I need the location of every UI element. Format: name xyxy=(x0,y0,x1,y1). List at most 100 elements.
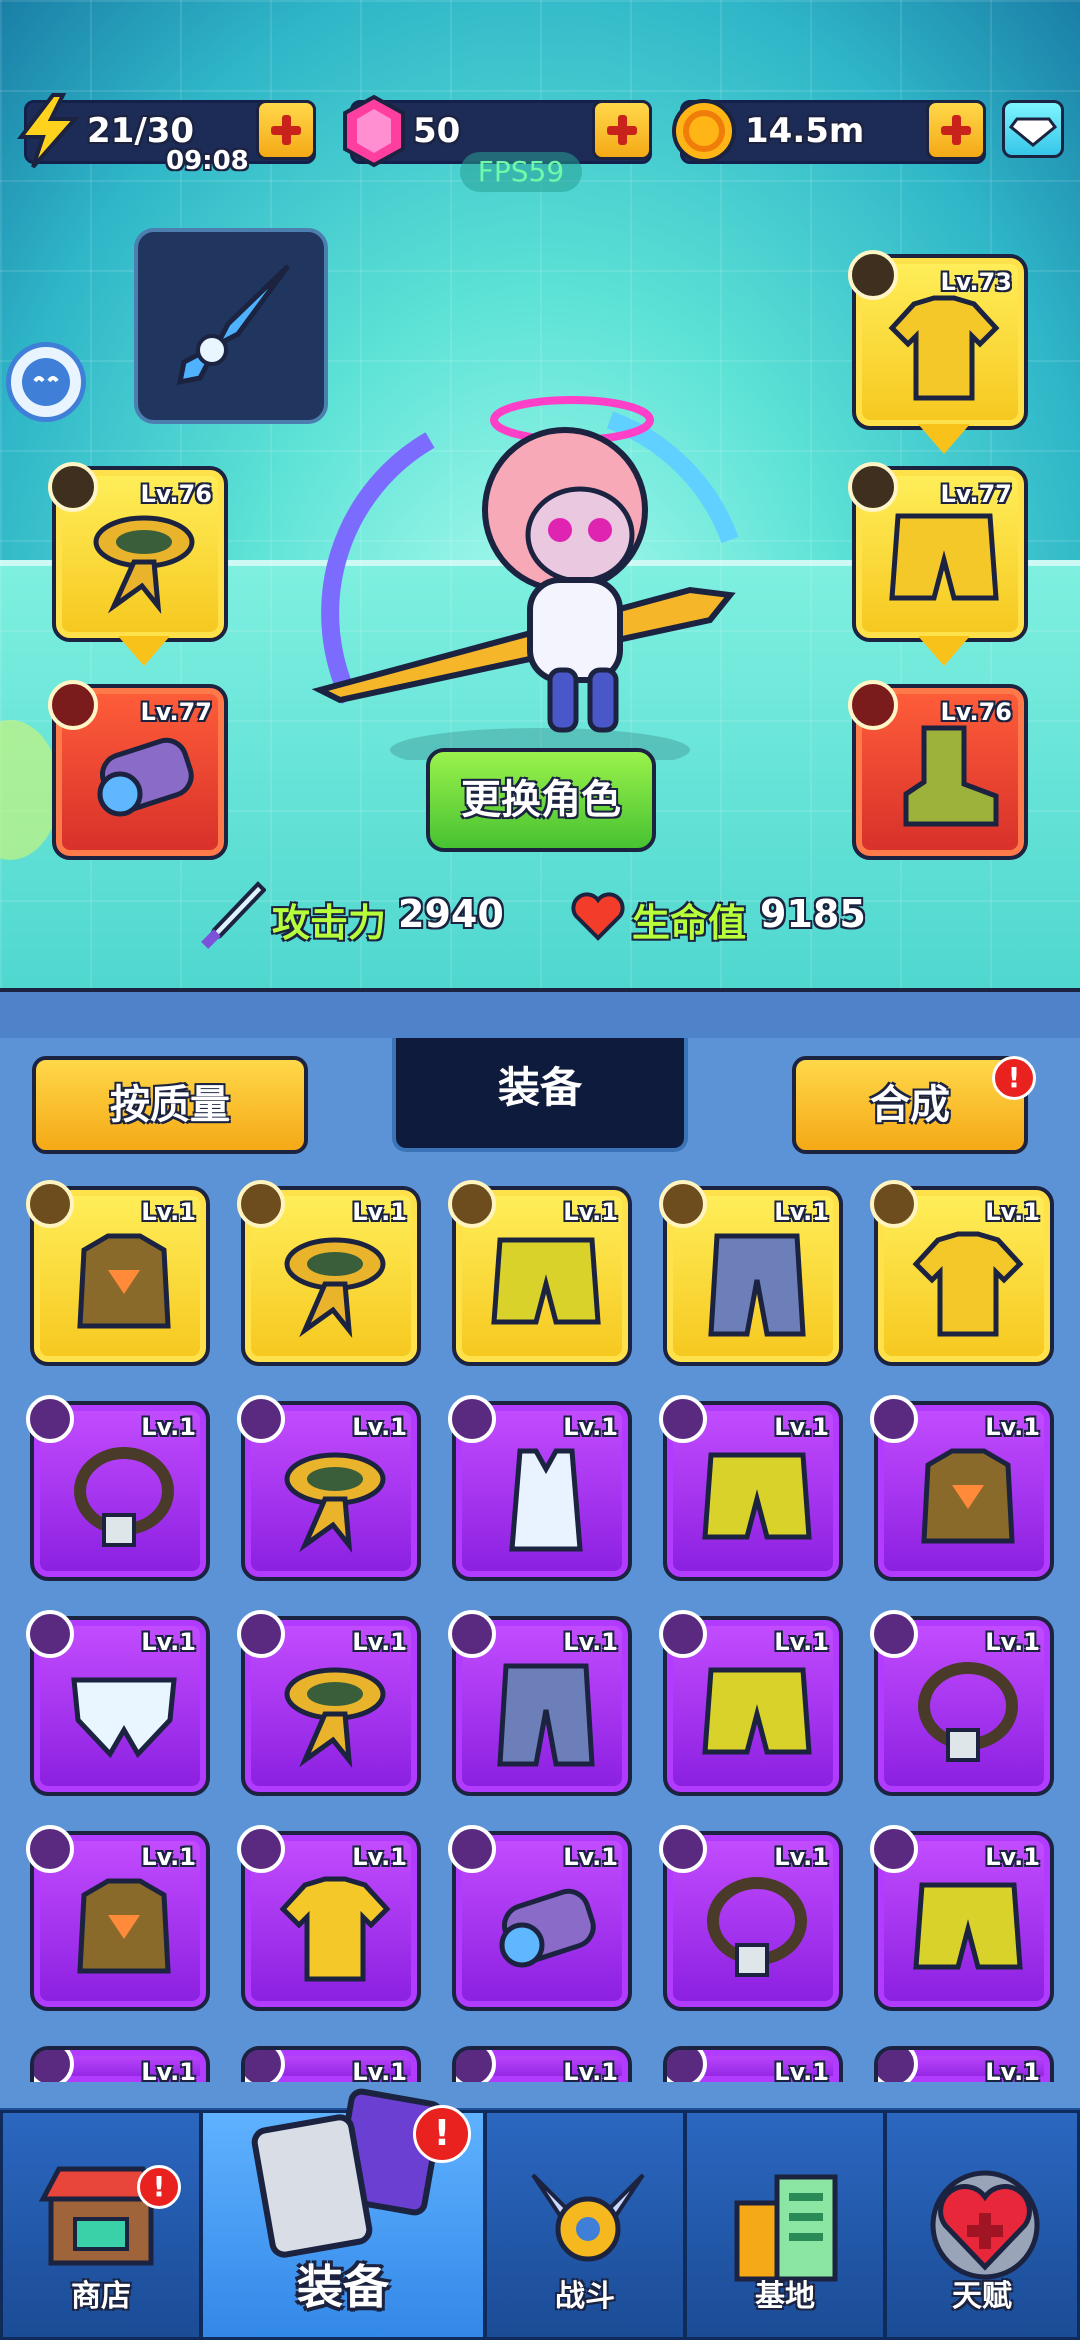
hp-label: 生命值 xyxy=(632,901,747,945)
inventory-item-pants[interactable]: Lv.1 xyxy=(659,1180,843,1366)
inventory-item-shirt[interactable]: Lv.1 xyxy=(241,2046,421,2082)
gloves-slot-icon xyxy=(48,680,98,730)
inventory-item-necklace[interactable]: Lv.1 xyxy=(452,2046,632,2082)
add-energy-button[interactable] xyxy=(256,100,316,160)
shirt-icon xyxy=(888,295,1000,401)
inventory-item-necklace[interactable]: Lv.1 xyxy=(870,1610,1054,1796)
gold-coin-icon xyxy=(672,99,736,163)
nav-talent-label: 天赋 xyxy=(952,2279,1012,2314)
hero-character xyxy=(311,396,739,760)
scarf-slot-icon xyxy=(237,1180,285,1228)
inventory-item-shorts[interactable]: Lv.1 xyxy=(870,1825,1054,2011)
chat-bubble-button[interactable] xyxy=(6,342,86,422)
inventory-item-shorts[interactable]: Lv.1 xyxy=(659,1610,843,1796)
necklace-slot-icon xyxy=(26,1395,74,1443)
diamond-icon xyxy=(1008,117,1058,147)
shop-alert-badge: ! xyxy=(137,2165,181,2209)
pants-slot-icon xyxy=(448,1610,496,1658)
base-building-icon xyxy=(734,2174,838,2282)
nav-battle[interactable]: 战斗 xyxy=(484,2110,686,2340)
item-level: Lv.1 xyxy=(563,1413,618,1441)
energy-value: 21/30 xyxy=(87,111,195,151)
pants-icon xyxy=(708,1233,806,1337)
item-level: Lv.1 xyxy=(774,2058,829,2082)
equipped-gloves-slot[interactable]: Lv.77 xyxy=(48,680,228,860)
nav-equipment[interactable]: ! 装备 xyxy=(200,2088,486,2340)
shirt-slot-icon xyxy=(848,250,898,300)
scarf-icon xyxy=(284,1452,386,1554)
inventory-item-briefs[interactable]: Lv.1 xyxy=(26,1610,210,1796)
inventory-item-gloves[interactable]: Lv.1 xyxy=(448,1825,632,2011)
tab-equipment[interactable]: 装备 xyxy=(392,1038,688,1152)
fps-counter: FPS59 xyxy=(460,152,582,192)
pants-slot-icon xyxy=(659,1180,707,1228)
inventory-item-scarf[interactable]: Lv.1 xyxy=(237,1610,421,1796)
scarf-slot-icon xyxy=(237,1610,285,1658)
armor-icon xyxy=(921,1448,1015,1544)
equipped-boots-slot[interactable]: Lv.76 xyxy=(848,680,1028,860)
inventory-item-scarf[interactable]: Lv.1 xyxy=(237,1180,421,1366)
necklace-icon xyxy=(74,1447,174,1547)
inventory-item-shorts[interactable]: Lv.1 xyxy=(659,1395,843,1581)
gem-value: 50 xyxy=(413,111,461,151)
inventory-item-armor[interactable]: Lv.1 xyxy=(26,1825,210,2011)
inventory-item-shorts[interactable]: Lv.1 xyxy=(448,1180,632,1366)
inventory-item-pants[interactable]: Lv.1 xyxy=(30,2046,210,2082)
lightning-icon xyxy=(16,93,80,169)
armor-slot-icon xyxy=(26,1180,74,1228)
shorts-icon xyxy=(702,1667,812,1755)
shorts-slot-icon xyxy=(448,1180,496,1228)
nav-base[interactable]: 基地 xyxy=(684,2110,886,2340)
item-level: Lv.1 xyxy=(774,1628,829,1656)
cards-icon xyxy=(251,2088,443,2258)
item-level: Lv.1 xyxy=(985,1198,1040,1226)
inventory-item-necklace[interactable]: Lv.1 xyxy=(659,1825,843,2011)
necklace-icon xyxy=(707,1877,807,1977)
scarf-icon xyxy=(284,1237,386,1339)
attack-value: 2940 xyxy=(398,892,504,936)
item-level: Lv.1 xyxy=(141,1198,196,1226)
item-level: Lv.1 xyxy=(985,1413,1040,1441)
inventory-item-scarf[interactable]: Lv.1 xyxy=(237,1395,421,1581)
shirt-icon xyxy=(912,1231,1024,1337)
inventory-item-necklace[interactable]: Lv.1 xyxy=(26,1395,210,1581)
shirt-icon xyxy=(279,1876,391,1982)
pants-icon xyxy=(497,1663,595,1767)
inventory-item-shirt[interactable]: Lv.1 xyxy=(237,1825,421,2011)
armor-slot-icon xyxy=(870,1395,918,1443)
change-character-button[interactable]: 更换角色 xyxy=(426,748,656,852)
pink-gem-icon xyxy=(343,94,405,168)
add-coins-button[interactable] xyxy=(926,100,986,160)
inventory-item-armor[interactable]: Lv.1 xyxy=(870,1395,1054,1581)
weapon-slot[interactable] xyxy=(134,228,328,424)
diamond-shop-button[interactable] xyxy=(1002,100,1064,158)
coin-bar: 14.5m xyxy=(672,99,986,164)
shorts-slot-icon xyxy=(848,462,898,512)
boots-slot-icon xyxy=(848,680,898,730)
inventory-item-shirt[interactable]: Lv.1 xyxy=(870,1180,1054,1366)
equipped-level: Lv.76 xyxy=(140,480,213,508)
shorts-slot-icon xyxy=(659,1610,707,1658)
add-gems-button[interactable] xyxy=(592,100,652,160)
equipped-level: Lv.77 xyxy=(140,698,213,726)
gloves-icon xyxy=(499,1888,596,1968)
heart-icon xyxy=(571,892,625,941)
nav-talent[interactable]: 天赋 xyxy=(884,2110,1080,2340)
nav-shop[interactable]: ! 商店 xyxy=(0,2110,202,2340)
talent-heart-icon xyxy=(930,2170,1040,2280)
briefs-icon xyxy=(71,1677,177,1759)
inventory-item-tank-top[interactable]: Lv.1 xyxy=(448,1395,632,1581)
inventory-item-armor[interactable]: Lv.1 xyxy=(26,1180,210,1366)
armor-slot-icon xyxy=(26,1825,74,1873)
armor-icon xyxy=(77,1878,171,1974)
scarf-slot-icon xyxy=(237,1395,285,1443)
equipped-shorts-slot[interactable]: Lv.77 xyxy=(848,462,1028,666)
inventory-item-pants[interactable]: Lv.1 xyxy=(448,1610,632,1796)
energy-timer: 09:08 xyxy=(166,146,249,176)
sort-by-quality-button[interactable]: 按质量 xyxy=(32,1056,308,1154)
boots-slot-icon xyxy=(878,2050,918,2082)
equipped-shirt-slot[interactable]: Lv.73 xyxy=(848,250,1028,454)
inventory-item-necklace[interactable]: Lv.1 xyxy=(663,2046,843,2082)
equipped-scarf-slot[interactable]: Lv.76 xyxy=(48,462,228,666)
inventory-item-boots[interactable]: Lv.1 xyxy=(874,2046,1054,2082)
